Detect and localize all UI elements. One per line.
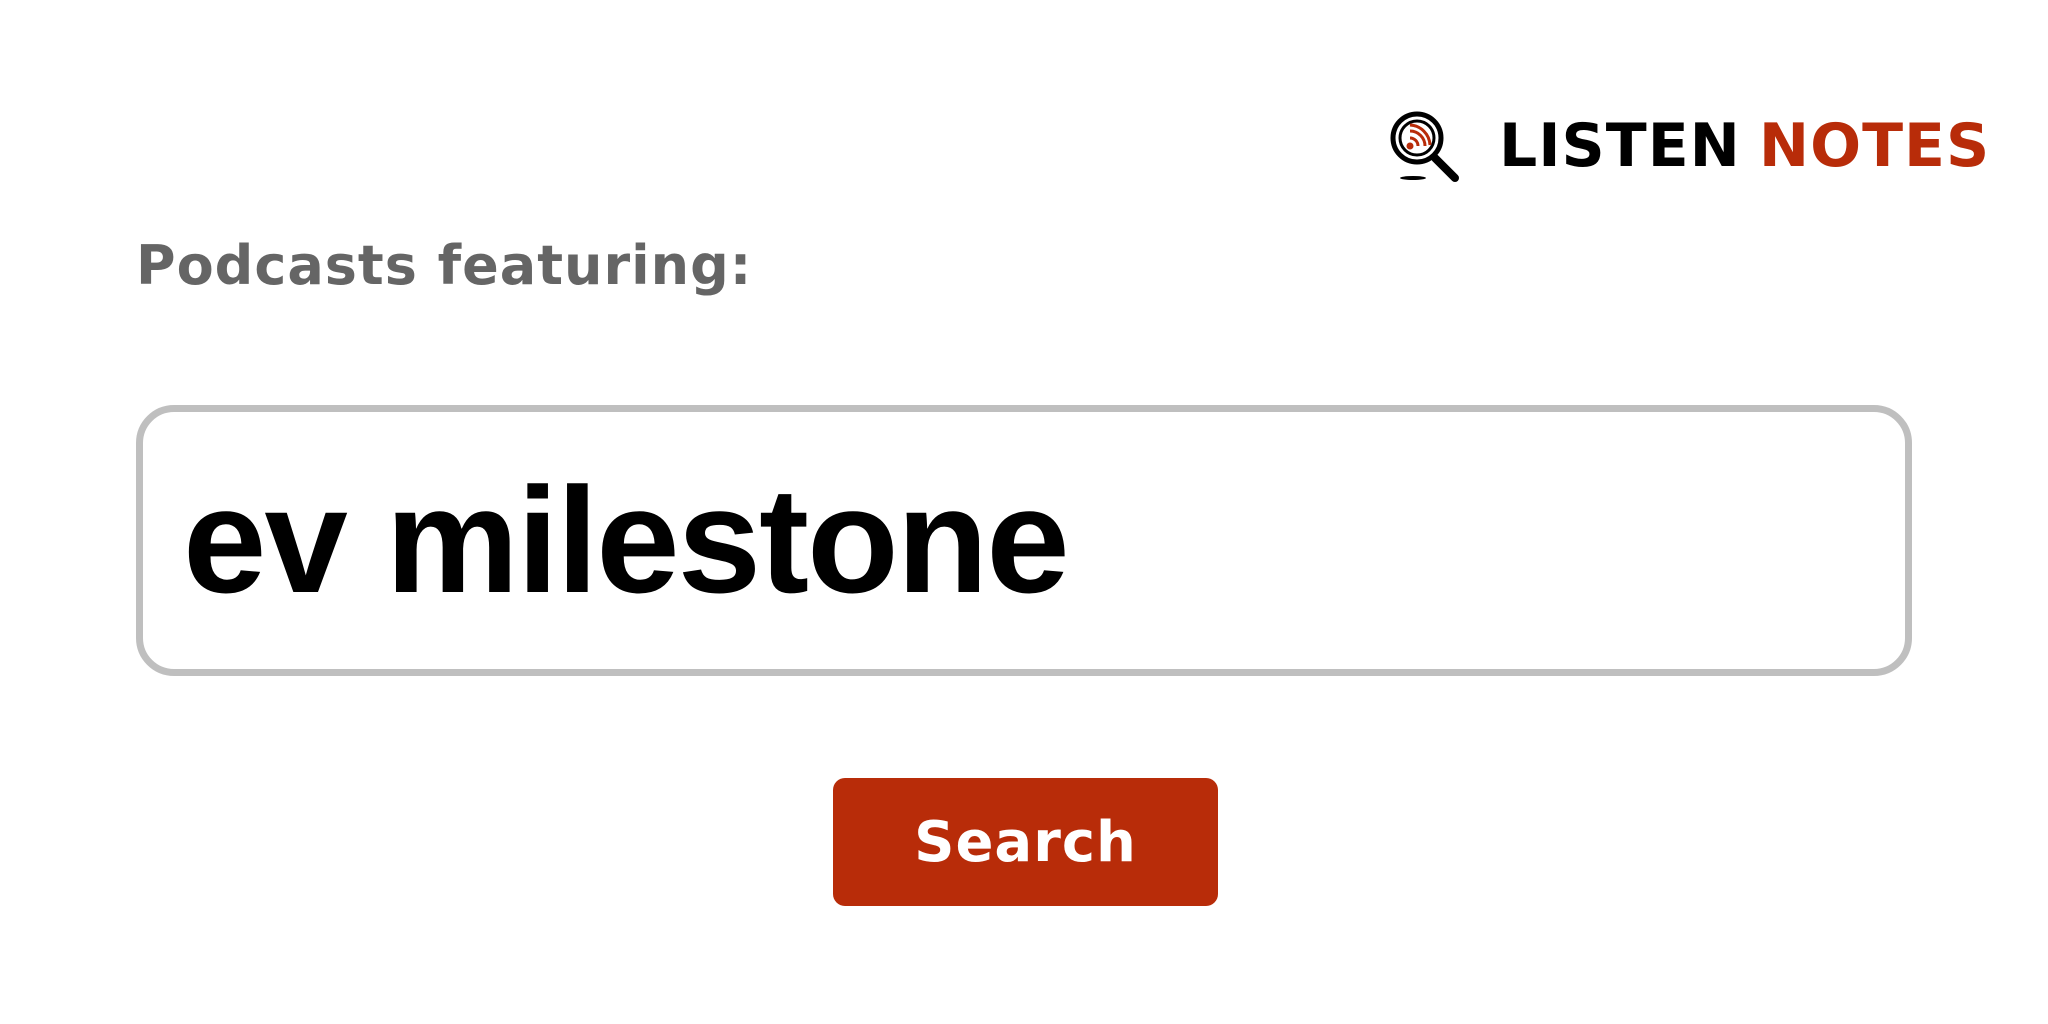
page-subtitle: Podcasts featuring:: [136, 234, 753, 297]
page: LISTENNOTES Podcasts featuring: Search: [0, 0, 2048, 1024]
search-box[interactable]: [136, 405, 1912, 676]
search-button[interactable]: Search: [833, 778, 1218, 906]
search-button-label: Search: [914, 809, 1137, 875]
logo-word-notes: NOTES: [1758, 111, 1991, 181]
listen-notes-logo[interactable]: LISTEN NOTES: [1385, 106, 1990, 186]
logo-word-listen: LISTEN: [1499, 111, 1741, 181]
podcast-search-icon: [1390, 111, 1459, 182]
search-input[interactable]: [183, 454, 1905, 627]
logo-text: LISTEN NOTES: [1499, 116, 1990, 176]
